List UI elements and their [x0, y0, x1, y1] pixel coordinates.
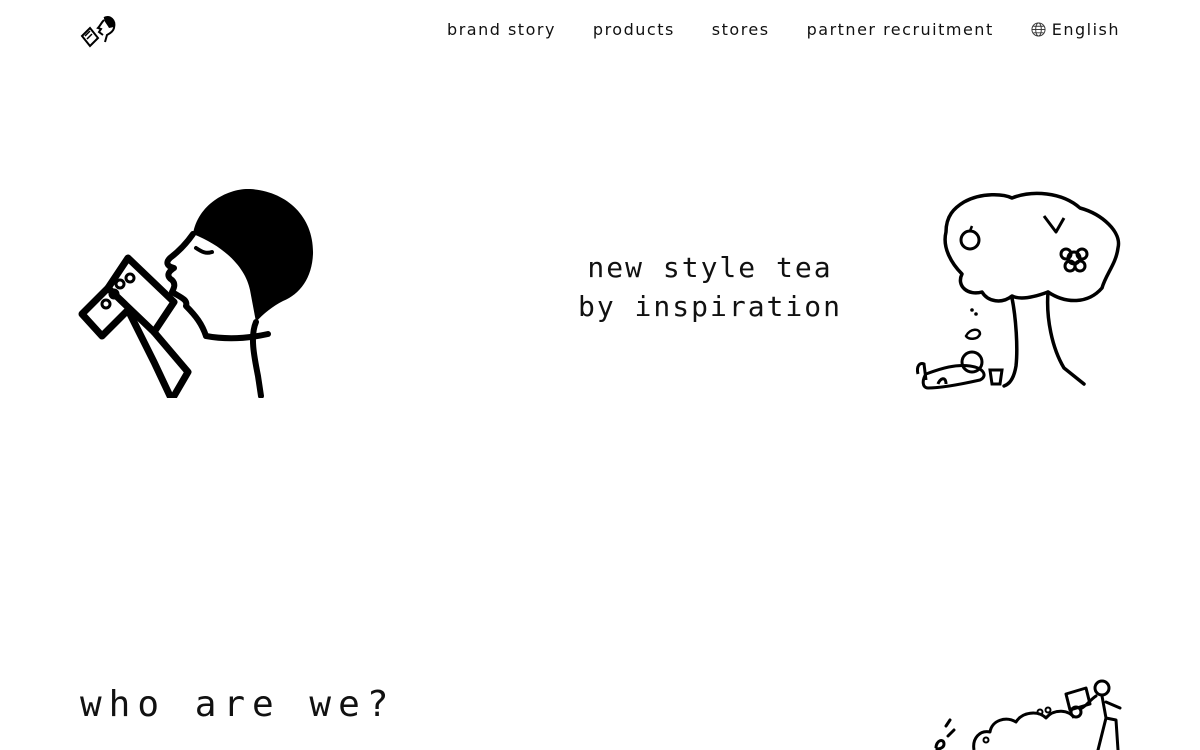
nav-brand-story[interactable]: brand story: [447, 20, 556, 39]
section-title-who-are-we: who are we?: [80, 684, 396, 725]
globe-icon: [1031, 22, 1046, 37]
nav-partner-recruitment[interactable]: partner recruitment: [807, 20, 994, 39]
hero-tagline: new style tea by inspiration: [560, 248, 860, 326]
site-header: brand story products stores partner recr…: [0, 0, 1200, 64]
brand-logo-icon: [80, 16, 116, 48]
main-nav: brand story products stores partner recr…: [447, 20, 1120, 39]
nav-stores[interactable]: stores: [712, 20, 770, 39]
person-with-cloud-illustration: [934, 679, 1122, 750]
person-drinking-tea-illustration: [78, 188, 314, 398]
hero-tagline-line-1: new style tea: [587, 251, 833, 284]
brand-logo[interactable]: [80, 14, 118, 48]
nav-products[interactable]: products: [593, 20, 675, 39]
language-selector[interactable]: English: [1031, 20, 1120, 39]
tree-picnic-illustration: [916, 191, 1121, 390]
language-label: English: [1051, 20, 1120, 39]
page: brand story products stores partner recr…: [0, 0, 1200, 750]
hero-tagline-line-2: by inspiration: [577, 290, 842, 323]
